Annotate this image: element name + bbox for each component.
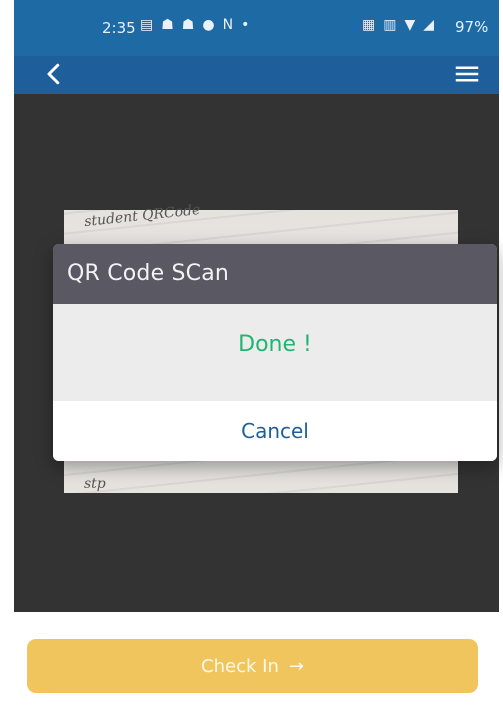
qr-dialog: QR Code SCan Done ! Cancel [53,244,497,461]
app-frame: 2:35 ▤ ☗ ☗ ● N • ▦ ▥ ▼ ◢ 97% student QRC… [14,0,499,612]
dialog-title: QR Code SCan [67,261,230,286]
message-icon: ▤ [140,17,154,33]
app-bar [14,56,499,94]
snapchat-icon: ☗ [161,17,174,33]
vibrate-icon: ▥ [383,17,397,33]
check-in-label: Check In [201,655,279,677]
snapchat-icon: ☗ [181,17,195,33]
cancel-button[interactable]: Cancel [53,401,497,461]
chevron-left-icon[interactable] [39,59,69,89]
n-icon: N [222,17,234,33]
status-time: 2:35 [102,19,136,37]
chat-icon: ● [202,17,215,33]
status-left-icons: ▤ ☗ ☗ ● N • [140,17,249,33]
scan-status-text: Done ! [238,332,312,357]
check-in-button[interactable]: Check In → [27,639,478,693]
battery-percentage: 97% [455,18,489,36]
arrow-right-icon: → [288,655,304,677]
data-icon: ▦ [362,17,376,33]
wifi-icon: ▼ [404,17,416,33]
signal-icon: ◢ [423,17,435,33]
status-bar: 2:35 ▤ ☗ ☗ ● N • ▦ ▥ ▼ ◢ 97% [14,0,499,56]
preview-note-bottom: stp [84,476,106,492]
dialog-footer: Cancel [53,401,497,461]
dialog-header: QR Code SCan [53,244,497,304]
dot-icon: • [241,17,250,33]
menu-icon[interactable] [452,62,482,86]
dialog-body: Done ! [53,304,497,401]
status-right-icons: ▦ ▥ ▼ ◢ [362,17,434,33]
